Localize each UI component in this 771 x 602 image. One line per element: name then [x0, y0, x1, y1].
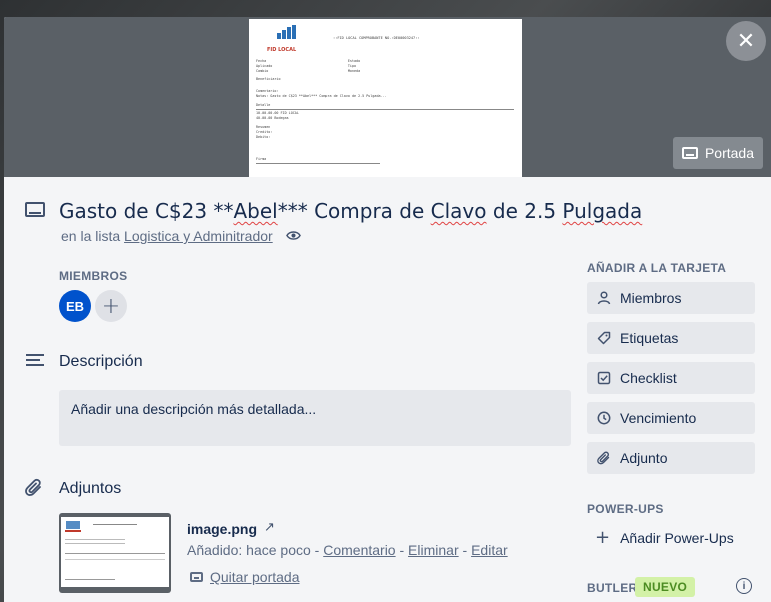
cover-button-label: Portada: [704, 145, 755, 161]
eye-icon[interactable]: [286, 230, 301, 241]
clock-icon: [597, 411, 611, 425]
edit-link[interactable]: Editar: [471, 542, 508, 558]
labels-button[interactable]: Etiquetas: [587, 322, 755, 354]
info-icon[interactable]: i: [736, 578, 752, 594]
add-powerups-button[interactable]: + Añadir Power-Ups: [595, 527, 734, 548]
tag-icon: [597, 331, 611, 345]
attachment-meta: Añadido: hace poco - Comentario - Elimin…: [187, 542, 508, 558]
attachment-name[interactable]: image.png: [187, 521, 257, 537]
checklist-icon: [597, 371, 611, 385]
card-detail-modal: FID LOCAL ::FID LOCAL COMPROBANTE NO.:DE…: [4, 17, 771, 602]
comment-link[interactable]: Comentario: [323, 542, 395, 558]
doc-header: ::FID LOCAL COMPROBANTE NO.:DE00003247::: [333, 36, 420, 40]
person-icon: [597, 291, 611, 305]
checklist-button[interactable]: Checklist: [587, 362, 755, 394]
card-list-info: en la lista Logistica y Adminitrador: [61, 228, 273, 244]
due-date-button[interactable]: Vencimiento: [587, 402, 755, 434]
doc-comment-heading: Comentario:: [256, 89, 279, 93]
close-icon: ✕: [736, 28, 756, 54]
card-icon: [190, 572, 203, 582]
list-link[interactable]: Logistica y Adminitrador: [124, 228, 273, 244]
attachment-thumbnail[interactable]: [59, 513, 171, 593]
description-input[interactable]: Añadir una descripción más detallada...: [59, 390, 571, 446]
powerups-heading: POWER-UPS: [587, 502, 664, 516]
avatar[interactable]: EB: [59, 290, 91, 322]
card-icon: [681, 147, 698, 159]
add-to-card-heading: AÑADIR A LA TARJETA: [587, 261, 727, 275]
add-member-button[interactable]: +: [95, 290, 127, 322]
cover-button[interactable]: Portada: [673, 137, 763, 169]
card-title[interactable]: Gasto de C$23 **Abel*** Compra de Clavo …: [59, 199, 642, 223]
paperclip-icon: [25, 478, 41, 496]
members-button[interactable]: Miembros: [587, 282, 755, 314]
paperclip-icon: [597, 451, 610, 465]
members-label: MIEMBROS: [59, 269, 128, 283]
attachments-heading: Adjuntos: [59, 480, 122, 497]
doc-logo: FID LOCAL: [259, 25, 296, 53]
delete-link[interactable]: Eliminar: [408, 542, 459, 558]
butler-heading: BUTLER: [587, 581, 638, 595]
new-badge: NUEVO: [635, 577, 696, 597]
card-title-icon: [25, 202, 45, 222]
close-button[interactable]: ✕: [726, 21, 766, 61]
remove-cover-link[interactable]: Quitar portada: [190, 569, 300, 585]
description-heading: Descripción: [59, 353, 143, 370]
doc-comment-text: Notas: Gasto de C$23 **Abel*** Compra de…: [256, 94, 387, 98]
attachment-button[interactable]: Adjunto: [587, 442, 755, 474]
cover-image: FID LOCAL ::FID LOCAL COMPROBANTE NO.:DE…: [249, 19, 522, 177]
card-cover[interactable]: FID LOCAL ::FID LOCAL COMPROBANTE NO.:DE…: [4, 17, 771, 177]
external-link-icon[interactable]: ↗: [264, 520, 275, 535]
plus-icon: +: [595, 527, 611, 548]
description-icon: [26, 354, 44, 368]
doc-logo-text: FID LOCAL: [267, 47, 297, 53]
thumbnail-image: [61, 517, 169, 587]
